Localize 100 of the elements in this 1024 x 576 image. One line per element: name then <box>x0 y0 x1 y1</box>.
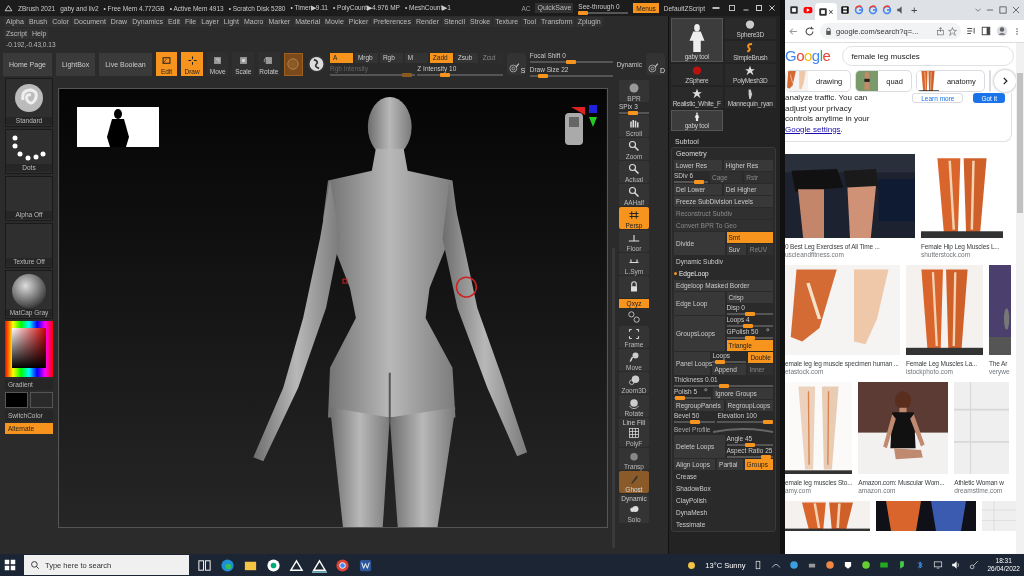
crosshair-icon <box>186 54 198 66</box>
sphere-icon <box>628 81 640 94</box>
sphere-icon[interactable] <box>306 53 326 75</box>
slider-thumb[interactable] <box>439 72 450 77</box>
slider-thumb[interactable] <box>714 360 725 364</box>
taskbar-app[interactable] <box>289 556 304 574</box>
slider-thumb[interactable] <box>566 59 577 64</box>
logo-icon <box>4 3 13 13</box>
new-tab-button[interactable]: + <box>908 4 921 16</box>
rotate-icon <box>628 396 640 409</box>
notice-text: analyze traffic. You can adjust your privacy controls anytime in your Google settings. <box>785 93 871 135</box>
slider-thumb[interactable] <box>763 420 773 424</box>
forward-icon <box>788 25 799 37</box>
taskbar-app[interactable] <box>312 556 327 574</box>
tray-icon[interactable] <box>933 559 944 571</box>
sphere-icon <box>11 273 47 309</box>
slider-thumb[interactable] <box>744 312 755 316</box>
g-icon <box>881 5 892 15</box>
g-icon <box>853 5 864 15</box>
browser-icon <box>220 557 235 573</box>
material-swatch[interactable] <box>283 52 303 76</box>
dot-icon <box>674 272 677 275</box>
pen-icon <box>969 560 980 570</box>
color-picker[interactable] <box>5 321 53 377</box>
side-panel-icon <box>981 26 991 36</box>
maximize-icon <box>997 5 1009 15</box>
chevron-right-icon <box>1000 76 1010 86</box>
slider-thumb[interactable] <box>744 336 755 340</box>
sun-icon <box>686 559 698 571</box>
speaker-icon <box>951 560 962 570</box>
brush-target-icon <box>506 63 521 74</box>
grid-icon <box>628 208 640 221</box>
media-icon <box>966 26 976 36</box>
tray-icon[interactable] <box>861 559 872 571</box>
slider-thumb[interactable] <box>675 396 686 400</box>
share-icon <box>936 26 945 36</box>
tray-icon[interactable] <box>969 559 980 571</box>
scale-icon <box>237 54 249 66</box>
chrome-icon <box>335 557 350 573</box>
brush-icon <box>13 82 45 114</box>
shield-icon <box>843 560 854 570</box>
tray-icon[interactable] <box>825 559 836 571</box>
settings-link[interactable]: Google settings <box>785 124 841 134</box>
slider-thumb[interactable] <box>718 384 729 388</box>
bluetooth-icon <box>915 560 926 570</box>
circle-icon <box>266 557 281 573</box>
lock-button[interactable] <box>619 276 649 298</box>
play-icon <box>802 5 813 15</box>
device-icon <box>753 560 764 570</box>
circle-icon <box>861 560 872 570</box>
taskbar-app[interactable] <box>220 556 235 574</box>
edit-icon <box>161 54 172 66</box>
circle-icon <box>825 560 836 570</box>
browser-tab[interactable]: × <box>815 3 837 20</box>
slider-thumb[interactable] <box>538 73 549 78</box>
dots-icon <box>10 133 48 163</box>
word-icon <box>358 557 373 573</box>
padlock-icon <box>628 281 640 293</box>
sphere-icon <box>286 57 301 71</box>
triangle-icon <box>312 557 327 573</box>
g-icon <box>867 5 878 15</box>
secondary-color-swatch[interactable] <box>30 392 53 408</box>
restore-icon <box>755 4 763 12</box>
slider-thumb[interactable] <box>628 111 638 115</box>
slider-thumb[interactable] <box>689 420 700 424</box>
chip-icon <box>879 560 890 570</box>
rotation-icon <box>627 310 641 324</box>
reload-icon <box>804 25 815 37</box>
google-logo[interactable]: Google <box>785 47 831 65</box>
tray-icon[interactable] <box>951 559 962 571</box>
brush-target-icon <box>645 63 660 74</box>
close-icon <box>768 4 776 12</box>
taskbar-app[interactable] <box>335 556 350 574</box>
taskbar-app[interactable] <box>266 556 281 574</box>
layout-icon <box>727 4 737 12</box>
frame-icon <box>628 327 640 340</box>
square-icon <box>788 5 799 15</box>
tray-icon[interactable] <box>843 559 854 571</box>
avatar-icon <box>996 25 1008 37</box>
slider-thumb[interactable] <box>744 443 755 447</box>
monitor-icon <box>933 560 944 570</box>
lock-icon <box>824 26 833 36</box>
start-icon <box>4 559 16 571</box>
main-color-swatch[interactable] <box>5 392 28 408</box>
search-icon <box>30 560 40 570</box>
slider-thumb[interactable] <box>694 180 705 184</box>
triangle-icon <box>289 557 304 573</box>
menu-icon <box>1013 25 1021 37</box>
circle-icon <box>789 560 800 570</box>
task-view-icon <box>197 557 212 573</box>
move-icon <box>212 54 224 66</box>
square-icon <box>818 6 829 17</box>
grid-icon <box>628 426 640 439</box>
slider-thumb[interactable] <box>761 455 772 459</box>
slider-thumb[interactable] <box>742 324 753 328</box>
scrollbar[interactable] <box>1016 43 1024 554</box>
tray-icon[interactable] <box>753 559 764 571</box>
slider-thumb[interactable] <box>578 10 589 15</box>
close-icon <box>1010 5 1022 15</box>
rotate-icon <box>263 54 275 66</box>
